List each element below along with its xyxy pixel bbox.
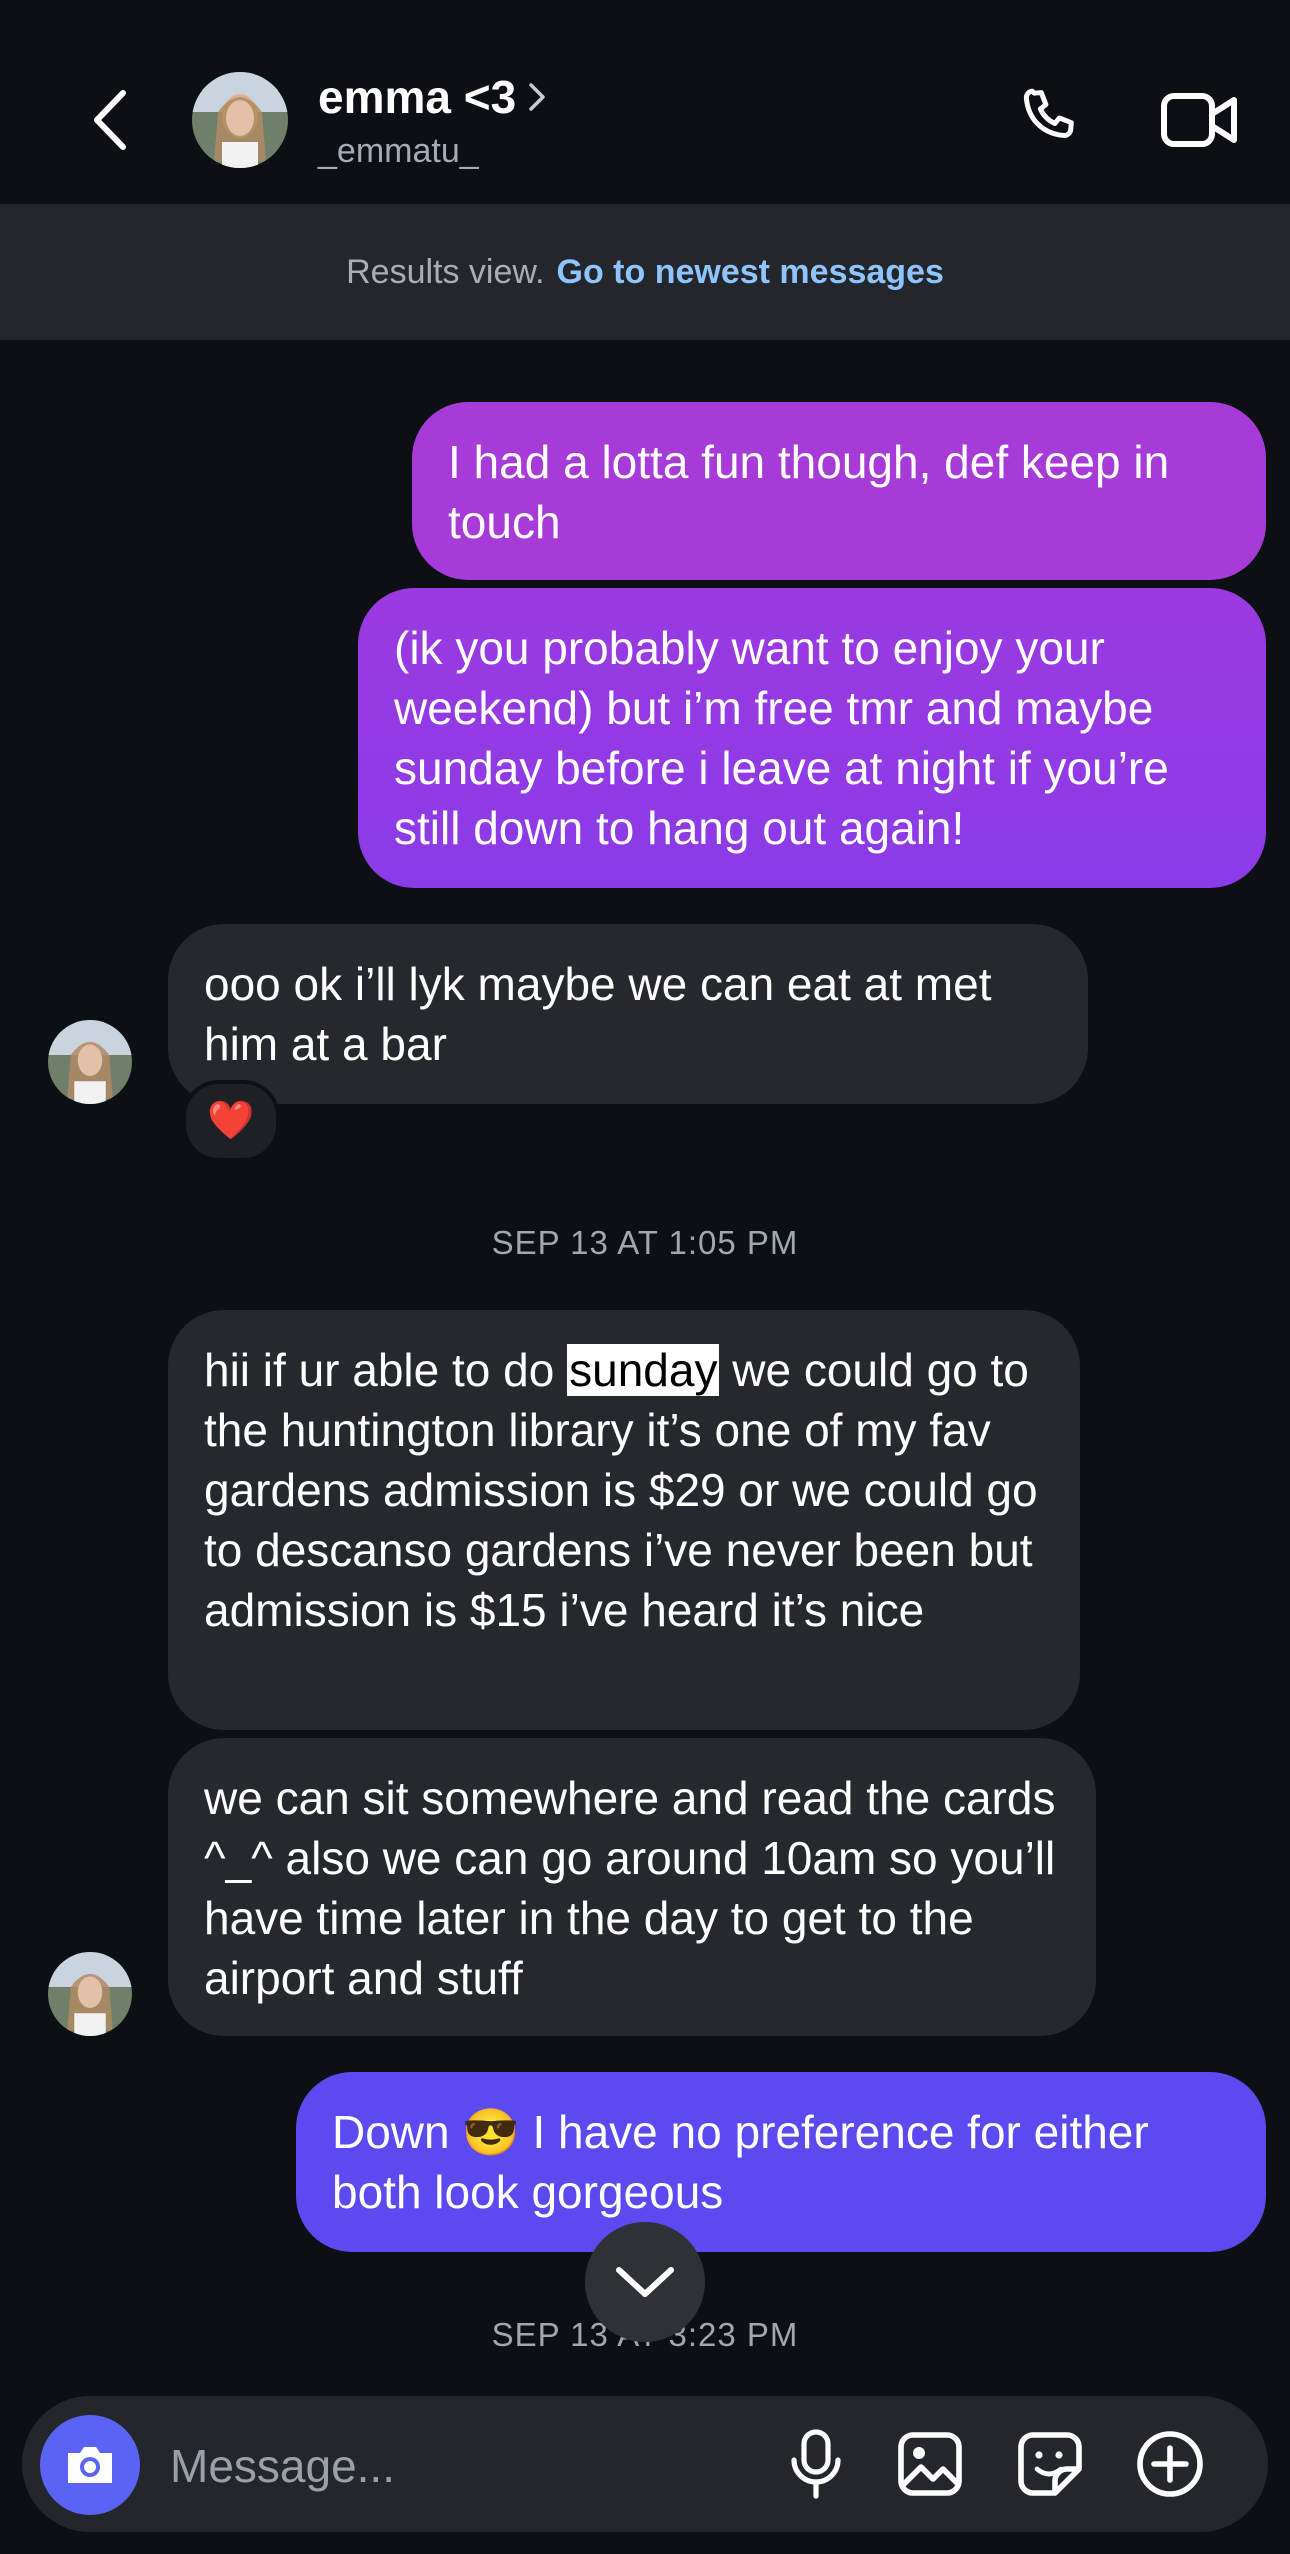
voice-message-button[interactable] (776, 2424, 856, 2504)
plus-circle-icon (1137, 2431, 1203, 2497)
scroll-to-bottom-button[interactable] (585, 2222, 705, 2342)
camera-button[interactable] (40, 2415, 140, 2515)
heart-icon: ❤️ (207, 1100, 255, 1142)
sticker-icon (1018, 2432, 1082, 2496)
avatar-image (48, 1020, 132, 1104)
phone-icon (1023, 88, 1074, 138)
gallery-button[interactable] (890, 2424, 970, 2504)
audio-call-button[interactable] (1010, 80, 1090, 160)
sunglasses-emoji: 😎 (462, 2106, 520, 2158)
avatar-image (192, 72, 288, 168)
sender-avatar[interactable] (48, 1952, 132, 2036)
go-to-newest-link[interactable]: Go to newest messages (557, 253, 944, 292)
video-call-button[interactable] (1150, 80, 1250, 160)
outgoing-message[interactable]: Down 😎 I have no preference for either b… (296, 2072, 1266, 2252)
more-options-button[interactable] (1130, 2424, 1210, 2504)
back-button[interactable] (70, 80, 150, 160)
sticker-button[interactable] (1010, 2424, 1090, 2504)
contact-avatar[interactable] (192, 72, 288, 168)
incoming-message[interactable]: hii if ur able to do sunday we could go … (168, 1310, 1080, 1730)
avatar-image (48, 1952, 132, 2036)
camera-icon (68, 2447, 112, 2483)
outgoing-message[interactable]: (ik you probably want to enjoy your week… (358, 588, 1266, 888)
heart-reaction[interactable]: ❤️ (182, 1080, 280, 1162)
message-input[interactable] (168, 2428, 732, 2504)
contact-title[interactable]: emma <3 _emmatu_ (318, 70, 548, 171)
chevron-right-icon (529, 83, 545, 111)
message-text: we can sit somewhere and read the cards … (204, 1772, 1056, 2004)
incoming-message[interactable]: we can sit somewhere and read the cards … (168, 1738, 1096, 2036)
results-view-banner: Results view. Go to newest messages (0, 204, 1290, 340)
outgoing-message[interactable]: I had a lotta fun though, def keep in to… (412, 402, 1266, 580)
timestamp: SEP 13 AT 1:05 PM (491, 1224, 799, 1261)
chevron-down-icon (616, 2267, 674, 2297)
message-text: hii if ur able to do (204, 1344, 568, 1396)
message-text: Down (332, 2106, 463, 2158)
chat-header (0, 0, 1290, 204)
message-text: ooo ok i’ll lyk maybe we can eat at met … (204, 958, 992, 1070)
image-icon (898, 2432, 962, 2496)
search-highlight: sunday (567, 1344, 720, 1396)
microphone-icon (791, 2429, 841, 2499)
contact-name: emma <3 (318, 71, 517, 123)
chevron-left-icon (94, 90, 126, 150)
message-text: (ik you probably want to enjoy your week… (394, 622, 1169, 854)
video-camera-icon (1161, 93, 1237, 147)
sender-avatar[interactable] (48, 1020, 132, 1104)
results-view-text: Results view. (346, 252, 545, 291)
incoming-message[interactable]: ooo ok i’ll lyk maybe we can eat at met … (168, 924, 1088, 1104)
contact-handle: _emmatu_ (318, 132, 479, 170)
message-text: I had a lotta fun though, def keep in to… (448, 436, 1170, 548)
